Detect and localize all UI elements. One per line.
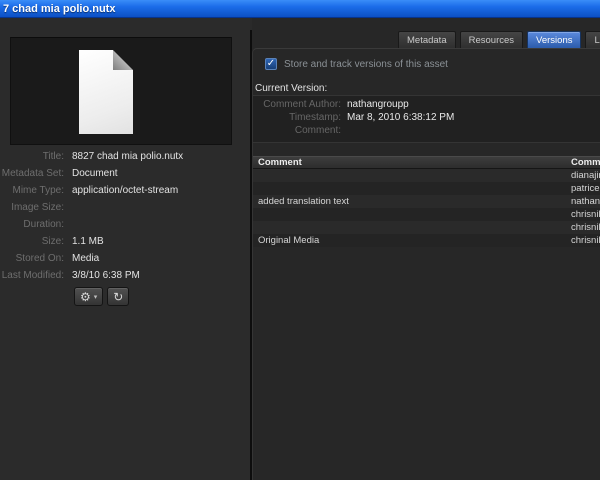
version-author: chrisnile [571,222,600,233]
field-value: application/octet-stream [72,185,179,196]
tab-resources[interactable]: Resources [459,31,524,48]
field-title: Title: 8827 chad mia polio.nutx [0,148,250,165]
checkmark-icon: ✓ [266,57,276,69]
field-size: Size: 1.1 MB [0,233,250,250]
field-label: Metadata Set: [1,168,64,179]
track-versions-label: Store and track versions of this asset [284,58,448,70]
document-icon [79,50,133,134]
comment-author-label: Comment Author: [263,99,341,110]
comment-author-value: nathangroupp [347,99,409,110]
column-header-comment[interactable]: Comment [253,157,571,168]
field-metadata-set: Metadata Set: Document [0,165,250,182]
asset-summary-panel: Title: 8827 chad mia polio.nutx Metadata… [0,18,250,480]
versions-table-header: Comment Comment Author [253,156,600,169]
version-row[interactable]: patriceb [253,182,600,195]
field-duration: Duration: [0,216,250,233]
refresh-button[interactable]: ↻ [107,287,130,306]
field-label: Title: [42,151,64,162]
column-header-comment-author[interactable]: Comment Author [571,157,600,168]
track-versions-row: ✓ Store and track versions of this asset [265,58,448,70]
asset-preview [10,37,232,145]
version-row[interactable]: dianajime [253,169,600,182]
track-versions-checkbox[interactable]: ✓ [265,58,277,70]
field-last-modified: Last Modified: 3/8/10 6:38 PM [0,267,250,284]
timestamp-label: Timestamp: [289,112,341,123]
version-author: patriceb [571,183,600,194]
field-label: Stored On: [15,253,64,264]
current-version-box: Comment Author: nathangroupp Timestamp: … [253,95,600,143]
version-row[interactable]: chrisnile [253,208,600,221]
version-comment: Original Media [258,235,320,246]
version-row[interactable]: chrisnile [253,221,600,234]
version-row[interactable]: Original Media chrisnile [253,234,600,247]
field-value: 3/8/10 6:38 PM [72,270,140,281]
tab-metadata[interactable]: Metadata [398,31,456,48]
titlebar[interactable]: 7 chad mia polio.nutx [0,0,600,18]
comment-label: Comment: [294,125,341,136]
version-row[interactable]: added translation text nathang [253,195,600,208]
detail-panel: Metadata Resources Versions Locks ✓ Stor… [252,18,600,480]
field-image-size: Image Size: [0,199,250,216]
field-label: Image Size: [11,202,64,213]
window-body: Title: 8827 chad mia polio.nutx Metadata… [0,18,600,480]
version-author: dianajime [571,170,600,181]
chevron-down-icon: ▾ [93,293,98,301]
asset-actions: ⚙ ▾ ↻ [74,287,130,306]
comment-author-row: Comment Author: nathangroupp [253,98,600,111]
timestamp-value: Mar 8, 2010 6:38:12 PM [347,112,455,123]
field-value: 8827 chad mia polio.nutx [72,151,184,162]
current-version-heading: Current Version: [255,83,328,94]
version-author: chrisnile [571,235,600,246]
tab-bar: Metadata Resources Versions Locks [398,31,600,48]
field-label: Duration: [23,219,64,230]
versions-table: Comment Comment Author dianajime patrice… [253,156,600,247]
gear-menu-button[interactable]: ⚙ ▾ [74,287,104,306]
field-mime-type: Mime Type: application/octet-stream [0,182,250,199]
refresh-icon: ↻ [113,289,124,304]
comment-row: Comment: [253,124,600,137]
tab-locks[interactable]: Locks [585,31,600,48]
field-label: Last Modified: [1,270,64,281]
versions-tab-content: ✓ Store and track versions of this asset… [252,48,600,480]
version-author: chrisnile [571,209,600,220]
asset-info-window: 7 chad mia polio.nutx Title: 8827 chad m… [0,0,600,480]
field-value: Document [72,168,118,179]
version-author: nathang [571,196,600,207]
field-label: Mime Type: [12,185,65,196]
field-stored-on: Stored On: Media [0,250,250,267]
window-title: 7 chad mia polio.nutx [3,2,116,15]
tab-versions[interactable]: Versions [527,31,582,48]
gear-icon: ⚙ [80,289,91,304]
field-label: Size: [41,236,64,247]
timestamp-row: Timestamp: Mar 8, 2010 6:38:12 PM [253,111,600,124]
field-value: Media [72,253,100,264]
page-fold-corner [113,50,133,70]
field-value: 1.1 MB [72,236,104,247]
version-comment: added translation text [258,196,349,207]
metadata-summary: Title: 8827 chad mia polio.nutx Metadata… [0,148,250,284]
